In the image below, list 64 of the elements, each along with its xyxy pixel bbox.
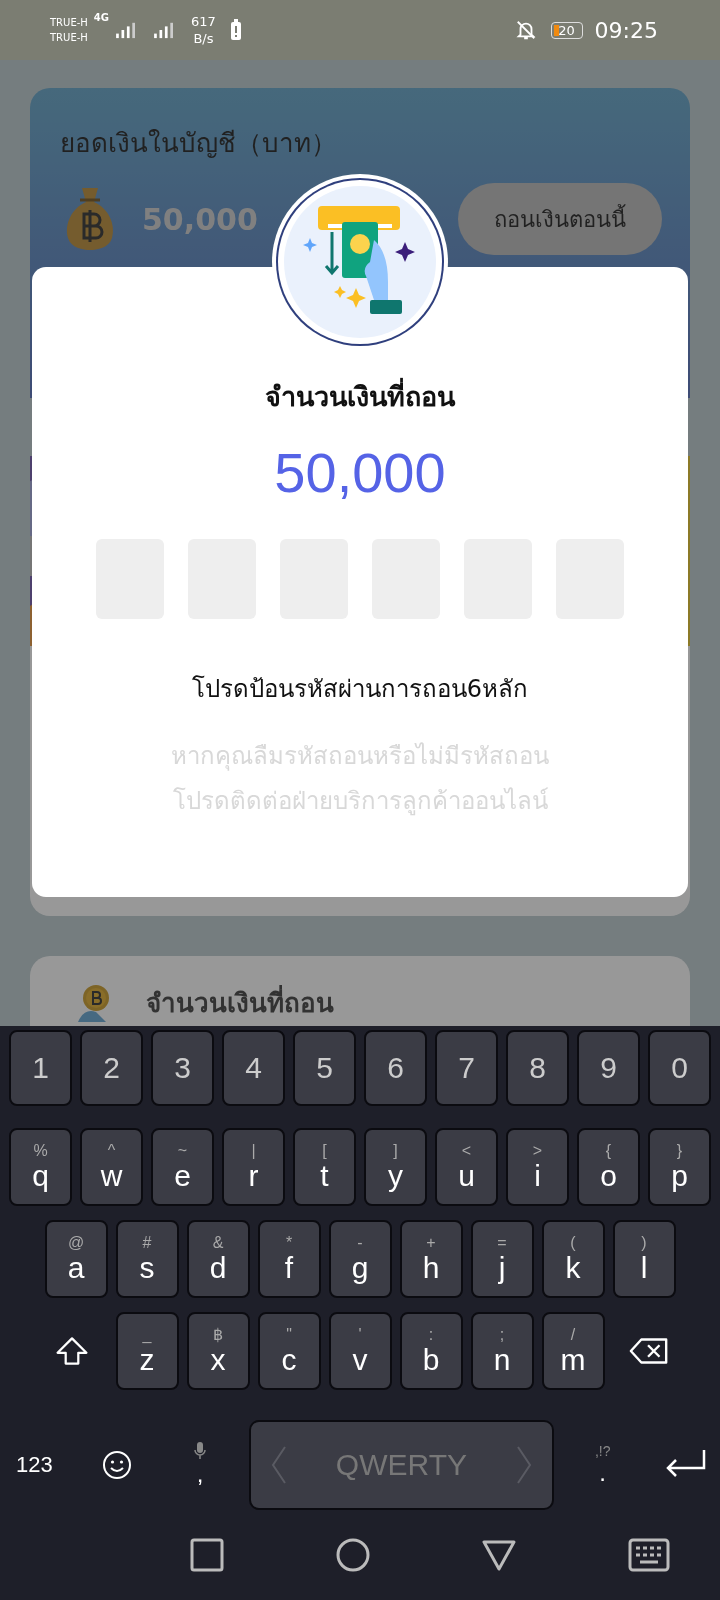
- balance-title: ยอดเงินในบัญชี（บาท）: [60, 127, 338, 160]
- keyboard-key[interactable]: { o: [577, 1128, 640, 1206]
- withdraw-amount: 50,000: [274, 440, 446, 505]
- keyboard-key[interactable]: % q: [9, 1128, 72, 1206]
- clock: 09:25: [594, 17, 658, 43]
- keyboard-key[interactable]: 5: [293, 1030, 356, 1106]
- network-speed: 617: [191, 13, 216, 30]
- keyboard-key[interactable]: 1: [9, 1030, 72, 1106]
- keyboard-key[interactable]: * f: [257, 1220, 321, 1298]
- withdraw-amount-label: จำนวนเงินที่ถอน: [146, 982, 334, 1023]
- keyboard-key[interactable]: # s: [115, 1220, 179, 1298]
- keyboard-key[interactable]: < u: [435, 1128, 498, 1206]
- emoji-icon: [102, 1450, 133, 1480]
- battery-alert-icon: [229, 19, 242, 41]
- keyboard-key[interactable]: ' v: [328, 1312, 392, 1390]
- recent-apps-icon[interactable]: [190, 1538, 224, 1572]
- keyboard-key[interactable]: ] y: [364, 1128, 427, 1206]
- keyboard-key[interactable]: _ z: [115, 1312, 179, 1390]
- keyboard-key[interactable]: ~ e: [151, 1128, 214, 1206]
- keyboard-icon[interactable]: [628, 1538, 670, 1572]
- chevron-right-icon: [516, 1445, 533, 1485]
- keyboard-key[interactable]: : b: [399, 1312, 463, 1390]
- keyboard-key[interactable]: 2: [80, 1030, 143, 1106]
- battery-indicator: 20: [550, 21, 583, 39]
- keyboard-key[interactable]: 8: [506, 1030, 569, 1106]
- keyboard-key[interactable]: 6: [364, 1030, 427, 1106]
- keyboard-key[interactable]: & d: [186, 1220, 250, 1298]
- keyboard-key[interactable]: | r: [222, 1128, 285, 1206]
- keyboard-key[interactable]: 0: [648, 1030, 711, 1106]
- keyboard-key[interactable]: ; n: [470, 1312, 534, 1390]
- keyboard-key[interactable]: 7: [435, 1030, 498, 1106]
- keyboard-key[interactable]: } p: [648, 1128, 711, 1206]
- back-icon[interactable]: [482, 1538, 516, 1572]
- keyboard-key[interactable]: ( k: [541, 1220, 605, 1298]
- keyboard-key[interactable]: + h: [399, 1220, 463, 1298]
- network-type: 4G: [93, 12, 109, 23]
- keyboard-key[interactable]: - g: [328, 1220, 392, 1298]
- pin-prompt: โปรดป้อนรหัสผ่านการถอน6หลัก: [191, 674, 529, 705]
- bell-off-icon: [514, 19, 537, 41]
- keyboard-key[interactable]: 9: [577, 1030, 640, 1106]
- carrier-name: TRUE-H: [50, 31, 88, 45]
- keyboard-key[interactable]: > i: [506, 1128, 569, 1206]
- home-icon[interactable]: [336, 1538, 370, 1572]
- comma-key[interactable]: ,: [165, 1430, 235, 1500]
- carrier-name: TRUE-H: [50, 16, 88, 30]
- microphone-icon: [194, 1442, 207, 1460]
- keyboard-key[interactable]: ^ w: [80, 1128, 143, 1206]
- keyboard-key[interactable]: 3: [151, 1030, 214, 1106]
- dialog-title: จำนวนเงินที่ถอน: [265, 375, 455, 418]
- keyboard-key[interactable]: = j: [470, 1220, 534, 1298]
- symbols-key[interactable]: 123: [0, 1430, 69, 1500]
- balance-amount: 50,000: [142, 201, 258, 237]
- chevron-left-icon: [270, 1445, 287, 1485]
- keyboard-key[interactable]: 4: [222, 1030, 285, 1106]
- keyboard-key[interactable]: / m: [541, 1312, 605, 1390]
- keyboard-key[interactable]: [ t: [293, 1128, 356, 1206]
- keyboard-key[interactable]: ฿ x: [186, 1312, 250, 1390]
- period-key[interactable]: ,!? .: [568, 1430, 638, 1500]
- network-speed-unit: B/s: [193, 30, 214, 47]
- keyboard-key[interactable]: ) l: [612, 1220, 676, 1298]
- signal-icon: [115, 21, 137, 39]
- keyboard-key[interactable]: @ a: [44, 1220, 108, 1298]
- keyboard-key[interactable]: " c: [257, 1312, 321, 1390]
- signal-icon: [153, 21, 175, 39]
